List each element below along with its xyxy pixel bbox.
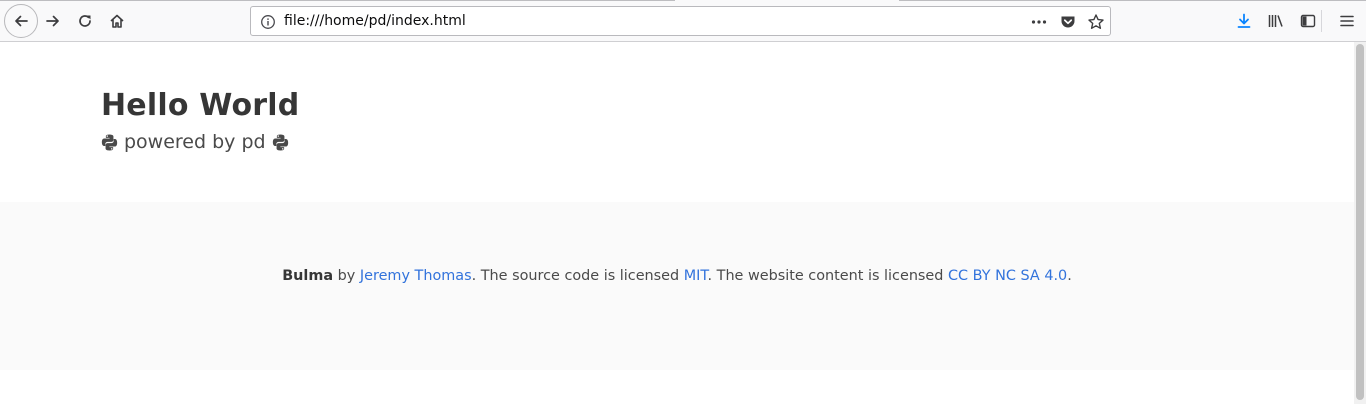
url-text[interactable]: file:///home/pd/index.html [284, 13, 466, 29]
footer-credits: Bulma by Jeremy Thomas. The source code … [0, 268, 1354, 284]
page-subtitle: powered by pd [101, 131, 289, 153]
mit-license-link[interactable]: MIT [684, 268, 708, 284]
home-icon [110, 14, 124, 28]
python-icon [272, 134, 288, 150]
reload-button[interactable] [71, 7, 99, 35]
subtitle-text: powered by pd [124, 131, 266, 153]
footer-end: . [1067, 268, 1072, 285]
more-dots-icon [1031, 20, 1047, 24]
footer-source-text: . The source code is licensed [471, 268, 684, 285]
home-button[interactable] [103, 7, 131, 35]
browser-toolbar: file:///home/pd/index.html [0, 0, 1366, 42]
download-icon [1237, 13, 1251, 28]
tab-strip-line [0, 0, 675, 1]
pocket-button[interactable] [1059, 13, 1077, 31]
pocket-icon [1061, 16, 1075, 28]
star-icon [1088, 14, 1104, 29]
python-icon [101, 134, 118, 150]
arrow-right-icon [46, 15, 59, 27]
page-title: Hello World [101, 88, 300, 123]
cc-license-link[interactable]: CC BY NC SA 4.0 [948, 268, 1067, 284]
hamburger-menu-icon [1340, 15, 1354, 27]
sidebar-button[interactable] [1294, 7, 1322, 35]
page-scrollbar[interactable] [1354, 42, 1366, 404]
arrow-left-icon [15, 15, 28, 27]
tab-strip-line [899, 0, 1366, 1]
downloads-button[interactable] [1230, 7, 1258, 35]
page-footer: Bulma by Jeremy Thomas. The source code … [0, 202, 1354, 370]
footer-by: by [333, 268, 360, 285]
sidebar-icon [1300, 14, 1316, 28]
hero-section: Hello World powered by pd [0, 42, 1354, 202]
back-button[interactable] [4, 4, 38, 38]
menu-button[interactable] [1333, 7, 1361, 35]
library-icon [1268, 15, 1283, 27]
reload-icon [79, 15, 91, 27]
page-content: Hello World powered by pd Bulma by Jerem… [0, 42, 1354, 404]
footer-content-text: . The website content is licensed [707, 268, 948, 285]
library-button[interactable] [1262, 7, 1290, 35]
url-bar[interactable]: file:///home/pd/index.html [250, 6, 1111, 36]
scrollbar-thumb[interactable] [1356, 44, 1364, 400]
more-actions-button[interactable] [1030, 13, 1048, 31]
author-link[interactable]: Jeremy Thomas [360, 268, 472, 284]
footer-brand: Bulma [282, 268, 334, 285]
info-icon[interactable] [260, 14, 276, 30]
bookmark-button[interactable] [1087, 13, 1105, 31]
toolbar-divider [1321, 10, 1322, 32]
forward-button[interactable] [39, 7, 67, 35]
